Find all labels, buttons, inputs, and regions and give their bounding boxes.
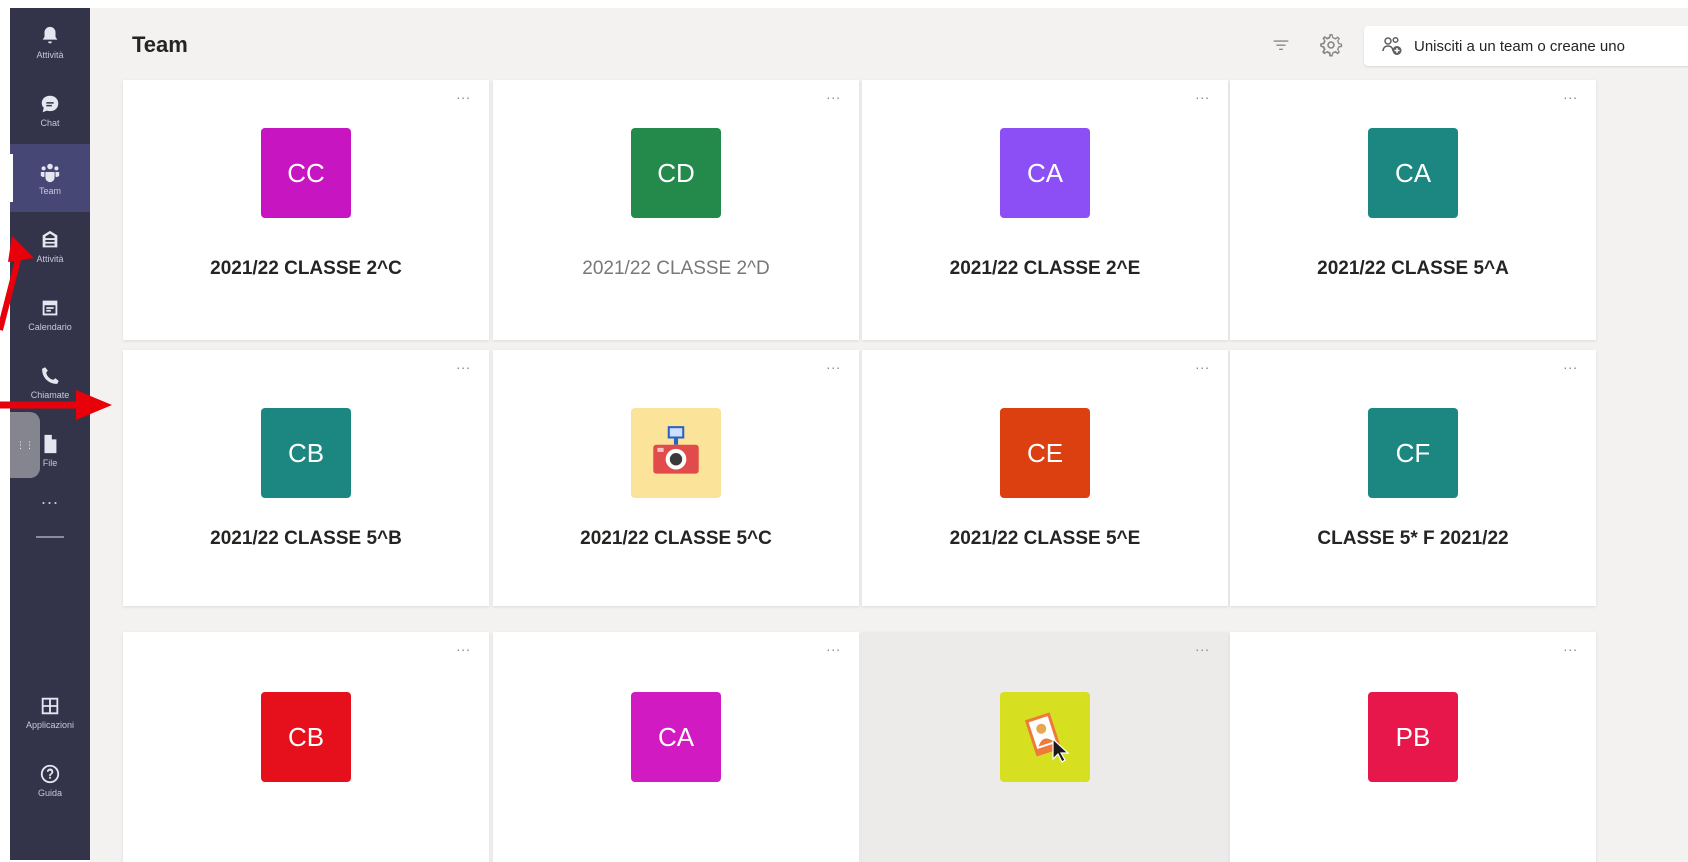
team-name: 2021/22 CLASSE 2^E xyxy=(949,258,1141,279)
rail-item-label: Chat xyxy=(40,117,60,128)
rail-item-label: Calendario xyxy=(28,321,72,332)
rail-item-apps[interactable]: Applicazioni xyxy=(10,678,90,746)
filter-icon[interactable] xyxy=(1270,34,1292,56)
page-title: Team xyxy=(132,32,188,57)
team-card[interactable]: ... PB xyxy=(1230,632,1596,862)
team-avatar: CC xyxy=(261,128,351,218)
rail-item-label: Attività xyxy=(36,49,64,60)
team-avatar: PB xyxy=(1368,692,1458,782)
team-name: 2021/22 CLASSE 5^B xyxy=(210,528,402,549)
photo-icon xyxy=(1024,712,1070,763)
team-card[interactable]: ... CA xyxy=(493,632,859,862)
more-options-icon[interactable]: ... xyxy=(456,356,471,372)
rail-item-activity[interactable]: Attività xyxy=(10,8,90,76)
help-icon xyxy=(40,764,60,783)
rail-item-team[interactable]: Team xyxy=(10,144,90,212)
join-button-label: Unisciti a un team o creane uno xyxy=(1414,37,1625,55)
team-avatar: CD xyxy=(631,128,721,218)
team-card[interactable]: ... CA 2021/22 CLASSE 2^E xyxy=(862,80,1228,340)
more-options-icon[interactable]: ... xyxy=(826,86,841,102)
team-avatar: CA xyxy=(1000,128,1090,218)
rail-item-calendar[interactable]: Calendario xyxy=(10,280,90,348)
team-avatar xyxy=(631,408,721,498)
rail-item-label: File xyxy=(42,457,58,468)
gear-icon[interactable] xyxy=(1318,32,1344,58)
teams-window: Attività Chat Team Attività Calendario C… xyxy=(0,0,1688,862)
more-options-icon[interactable]: ... xyxy=(1563,638,1578,654)
team-avatar: CF xyxy=(1368,408,1458,498)
team-avatar: CB xyxy=(261,408,351,498)
more-options-icon[interactable]: ... xyxy=(1195,638,1210,654)
join-or-create-team-button[interactable]: Unisciti a un team o creane uno xyxy=(1364,26,1688,66)
dialpad-overlay[interactable]: ⋮⋮ xyxy=(10,412,40,478)
team-card[interactable]: ... 2021/22 CLASSE 5^C xyxy=(493,350,859,606)
team-icon xyxy=(40,163,60,182)
more-options-icon[interactable]: ... xyxy=(1195,86,1210,102)
team-name: 2021/22 CLASSE 5^C xyxy=(580,528,772,549)
more-options-icon[interactable]: ... xyxy=(456,86,471,102)
rail-item-chat[interactable]: Chat xyxy=(10,76,90,144)
camera-icon xyxy=(653,426,699,474)
phone-icon xyxy=(42,366,59,384)
rail-divider xyxy=(36,536,64,538)
rail-item-label: Team xyxy=(38,185,61,196)
teams-main: Team Unisciti a un team o creane uno ...… xyxy=(90,8,1688,862)
rail-item-help[interactable]: Guida xyxy=(10,746,90,814)
add-team-icon xyxy=(1382,36,1402,55)
team-avatar: CB xyxy=(261,692,351,782)
team-card[interactable]: ... CA 2021/22 CLASSE 5^A xyxy=(1230,80,1596,340)
team-card[interactable]: ... CD 2021/22 CLASSE 2^D xyxy=(493,80,859,340)
team-name: 2021/22 CLASSE 5^E xyxy=(949,528,1141,549)
team-name: CLASSE 5* F 2021/22 xyxy=(1317,528,1509,549)
more-options-icon[interactable]: ... xyxy=(1563,356,1578,372)
team-card[interactable]: ... CE 2021/22 CLASSE 5^E xyxy=(862,350,1228,606)
team-avatar xyxy=(1000,692,1090,782)
team-avatar: CA xyxy=(1368,128,1458,218)
team-name: 2021/22 CLASSE 2^D xyxy=(582,258,770,279)
more-options-icon[interactable]: ... xyxy=(1563,86,1578,102)
more-options-icon[interactable]: ... xyxy=(456,638,471,654)
bell-icon xyxy=(42,26,58,43)
team-card[interactable]: ... CF CLASSE 5* F 2021/22 xyxy=(1230,350,1596,606)
team-avatar: CA xyxy=(631,692,721,782)
team-avatar: CE xyxy=(1000,408,1090,498)
dialpad-icon: ⋮⋮ xyxy=(16,439,34,450)
rail-item-calls[interactable]: Chiamate xyxy=(10,348,90,416)
more-options-icon[interactable]: ... xyxy=(826,638,841,654)
assignments-icon xyxy=(42,230,58,247)
file-icon xyxy=(44,434,57,453)
calendar-icon xyxy=(42,300,58,315)
team-card[interactable]: ... CC 2021/22 CLASSE 2^C xyxy=(123,80,489,340)
rail-item-label: Applicazioni xyxy=(25,719,75,730)
rail-item-label: Chiamate xyxy=(30,389,70,400)
team-card[interactable]: ... xyxy=(862,632,1228,862)
team-name: 2021/22 CLASSE 5^A xyxy=(1317,258,1509,279)
team-card[interactable]: ... CB xyxy=(123,632,489,862)
more-options-icon[interactable]: ... xyxy=(1195,356,1210,372)
team-name: 2021/22 CLASSE 2^C xyxy=(210,258,402,279)
apps-icon xyxy=(41,697,59,714)
more-apps-button[interactable]: ... xyxy=(10,488,90,509)
teams-header: Team Unisciti a un team o creane uno xyxy=(90,8,1688,78)
rail-item-label: Guida xyxy=(37,787,63,798)
chat-icon xyxy=(41,95,59,112)
rail-item-label: Attività xyxy=(36,253,64,264)
rail-item-assignments[interactable]: Attività xyxy=(10,212,90,280)
more-options-icon[interactable]: ... xyxy=(826,356,841,372)
team-card[interactable]: ... CB 2021/22 CLASSE 5^B xyxy=(123,350,489,606)
